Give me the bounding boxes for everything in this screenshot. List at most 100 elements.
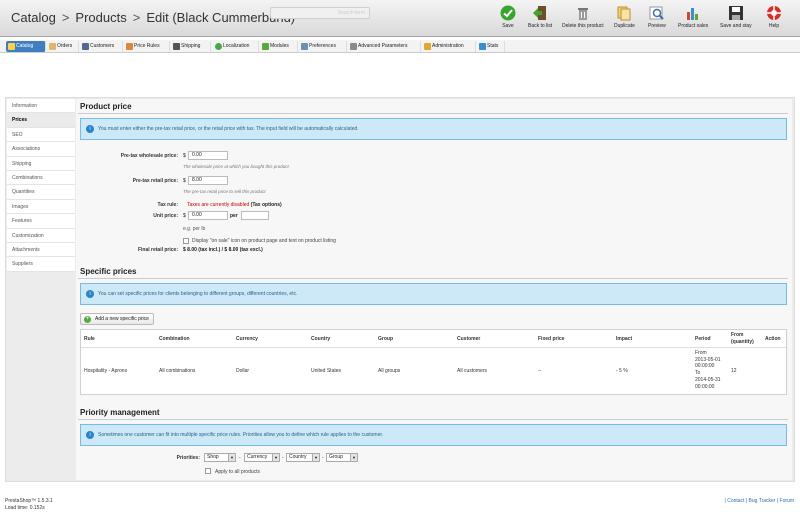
col-currency: Currency [236, 336, 258, 342]
stats-icon [479, 43, 486, 50]
apply-to-all-label: Apply to all products [215, 469, 261, 475]
section-divider [78, 113, 788, 114]
sidebar-item-attachments[interactable]: Attachments [7, 242, 75, 258]
cell-impact: - 5 % [616, 368, 628, 374]
tax-disabled-text: Taxes are currently disabled [187, 202, 250, 208]
customers-icon [82, 43, 89, 50]
help-button[interactable]: Help [766, 5, 782, 29]
priority-separator: - [322, 455, 324, 461]
info-icon: i [86, 431, 94, 439]
sidebar-item-associations[interactable]: Associations [7, 142, 75, 157]
info-icon: i [86, 125, 94, 133]
wholesale-hint: The wholesale price at which you bought … [183, 164, 289, 169]
specific-prices-table: Rule Combination Currency Country Group … [80, 329, 787, 395]
cell-combination: All combinations [159, 368, 196, 374]
duplicate-button[interactable]: Duplicate [614, 5, 635, 29]
product-sales-button[interactable]: Product sales [678, 5, 708, 29]
unit-price-input[interactable]: 0.00 [188, 211, 228, 220]
product-price-title: Product price [80, 102, 132, 111]
load-time-text: Load time: 0.152s [5, 505, 45, 511]
sidebar-item-information[interactable]: Information [7, 99, 75, 114]
check-circle-icon [500, 5, 516, 21]
apply-to-all-checkbox[interactable] [205, 468, 211, 474]
unit-per-label: per [230, 213, 238, 219]
unit-per-input[interactable] [241, 211, 269, 220]
priority-select-2[interactable]: Currency ▼ [244, 453, 280, 462]
sidebar-item-quantities[interactable]: Quantities [7, 185, 75, 200]
tax-rule-value: Taxes are currently disabled (Tax option… [187, 202, 282, 208]
priority-select-1[interactable]: Shop ▼ [204, 453, 236, 462]
administration-icon [424, 43, 431, 50]
product-price-info: i You must enter either the pre-tax reta… [80, 118, 787, 140]
cell-group: All groups [378, 368, 401, 374]
chevron-down-icon: ▼ [272, 454, 279, 461]
tab-customers[interactable]: Customers [80, 41, 123, 52]
tab-catalog[interactable]: Catalog [6, 41, 46, 52]
duplicate-icon [617, 6, 631, 21]
col-combination: Combination [159, 336, 190, 342]
save-and-stay-button[interactable]: Save and stay [720, 5, 752, 29]
sidebar-item-suppliers[interactable]: Suppliers [7, 257, 75, 272]
col-customer: Customer [457, 336, 481, 342]
final-price-label: Final retail price: [137, 247, 178, 253]
breadcrumb-separator: > [132, 10, 141, 25]
header-bar: Catalog > Products > Edit (Black Cummerbund)… [0, 0, 800, 37]
priority-select-4[interactable]: Group ▼ [326, 453, 358, 462]
sidebar-item-customization[interactable]: Customization [7, 228, 75, 243]
retail-hint: The pre-tax retail price to sell this pr… [183, 189, 266, 194]
tab-price-rules[interactable]: Price Rules [124, 41, 170, 52]
specific-prices-title: Specific prices [80, 267, 137, 276]
unit-price-label: Unit price: [153, 213, 178, 219]
on-sale-label: Display "on sale" icon on product page a… [192, 238, 336, 244]
col-rule: Rule [84, 336, 95, 342]
retail-price-input[interactable]: 8.00 [188, 176, 228, 185]
retail-currency: $ [183, 178, 186, 184]
preview-button[interactable]: Preview [648, 5, 666, 29]
breadcrumb: Catalog > Products > Edit (Black Cummerbund) [11, 10, 295, 25]
breadcrumb-separator: > [61, 10, 70, 25]
help-lifebuoy-icon [767, 6, 781, 20]
sidebar-item-seo[interactable]: SEO [7, 127, 75, 143]
info-icon: i [86, 290, 94, 298]
sidebar-item-images[interactable]: Images [7, 199, 75, 215]
footer-links[interactable]: | Contact | Bug Tracker | Forum [725, 498, 794, 504]
priorities-label: Priorities: [176, 455, 200, 461]
shipping-icon [173, 43, 180, 50]
tax-options-link[interactable]: (Tax options) [251, 202, 282, 208]
tab-shipping[interactable]: Shipping [171, 41, 211, 52]
price-rules-icon [126, 43, 133, 50]
breadcrumb-catalog[interactable]: Catalog [11, 10, 56, 25]
tab-advanced-parameters[interactable]: Advanced Parameters [348, 41, 421, 52]
preferences-icon [301, 43, 308, 50]
plus-icon: + [84, 316, 91, 323]
back-to-list-button[interactable]: Back to list [528, 5, 552, 29]
tab-administration[interactable]: Administration [422, 41, 476, 52]
section-divider [78, 419, 788, 420]
sidebar-item-combinations[interactable]: Combinations [7, 170, 75, 186]
col-from-quantity: From (quantity) [731, 332, 754, 345]
cell-country: United States [311, 368, 342, 374]
unit-hint: e.g. per lb [183, 226, 206, 232]
on-sale-checkbox[interactable] [183, 238, 189, 244]
tab-preferences[interactable]: Preferences [299, 41, 347, 52]
tab-stats[interactable]: Stats [477, 41, 505, 52]
sidebar-item-features[interactable]: Features [7, 214, 75, 229]
tab-orders[interactable]: Orders [47, 41, 79, 52]
breadcrumb-products[interactable]: Products [75, 10, 126, 25]
section-divider [78, 278, 788, 279]
col-group: Group [378, 336, 393, 342]
save-button[interactable]: Save [500, 5, 516, 29]
add-specific-price-button[interactable]: + Add a new specific price [80, 313, 154, 325]
sidebar-item-prices[interactable]: Prices [7, 113, 75, 128]
tab-localization[interactable]: Localization [213, 41, 259, 52]
priority-select-3[interactable]: Country ▼ [286, 453, 320, 462]
search-field[interactable]: Search term [270, 7, 370, 19]
wholesale-price-input[interactable]: 0.00 [188, 151, 228, 160]
tax-rule-label: Tax rule: [157, 202, 178, 208]
cell-fixed-price: -- [538, 368, 542, 374]
cell-rule: Hospitality - Aprons [84, 368, 128, 374]
tab-modules[interactable]: Modules [260, 41, 298, 52]
delete-product-button[interactable]: Delete this product [562, 5, 604, 29]
sidebar-item-shipping[interactable]: Shipping [7, 156, 75, 171]
chevron-down-icon: ▼ [228, 454, 235, 461]
